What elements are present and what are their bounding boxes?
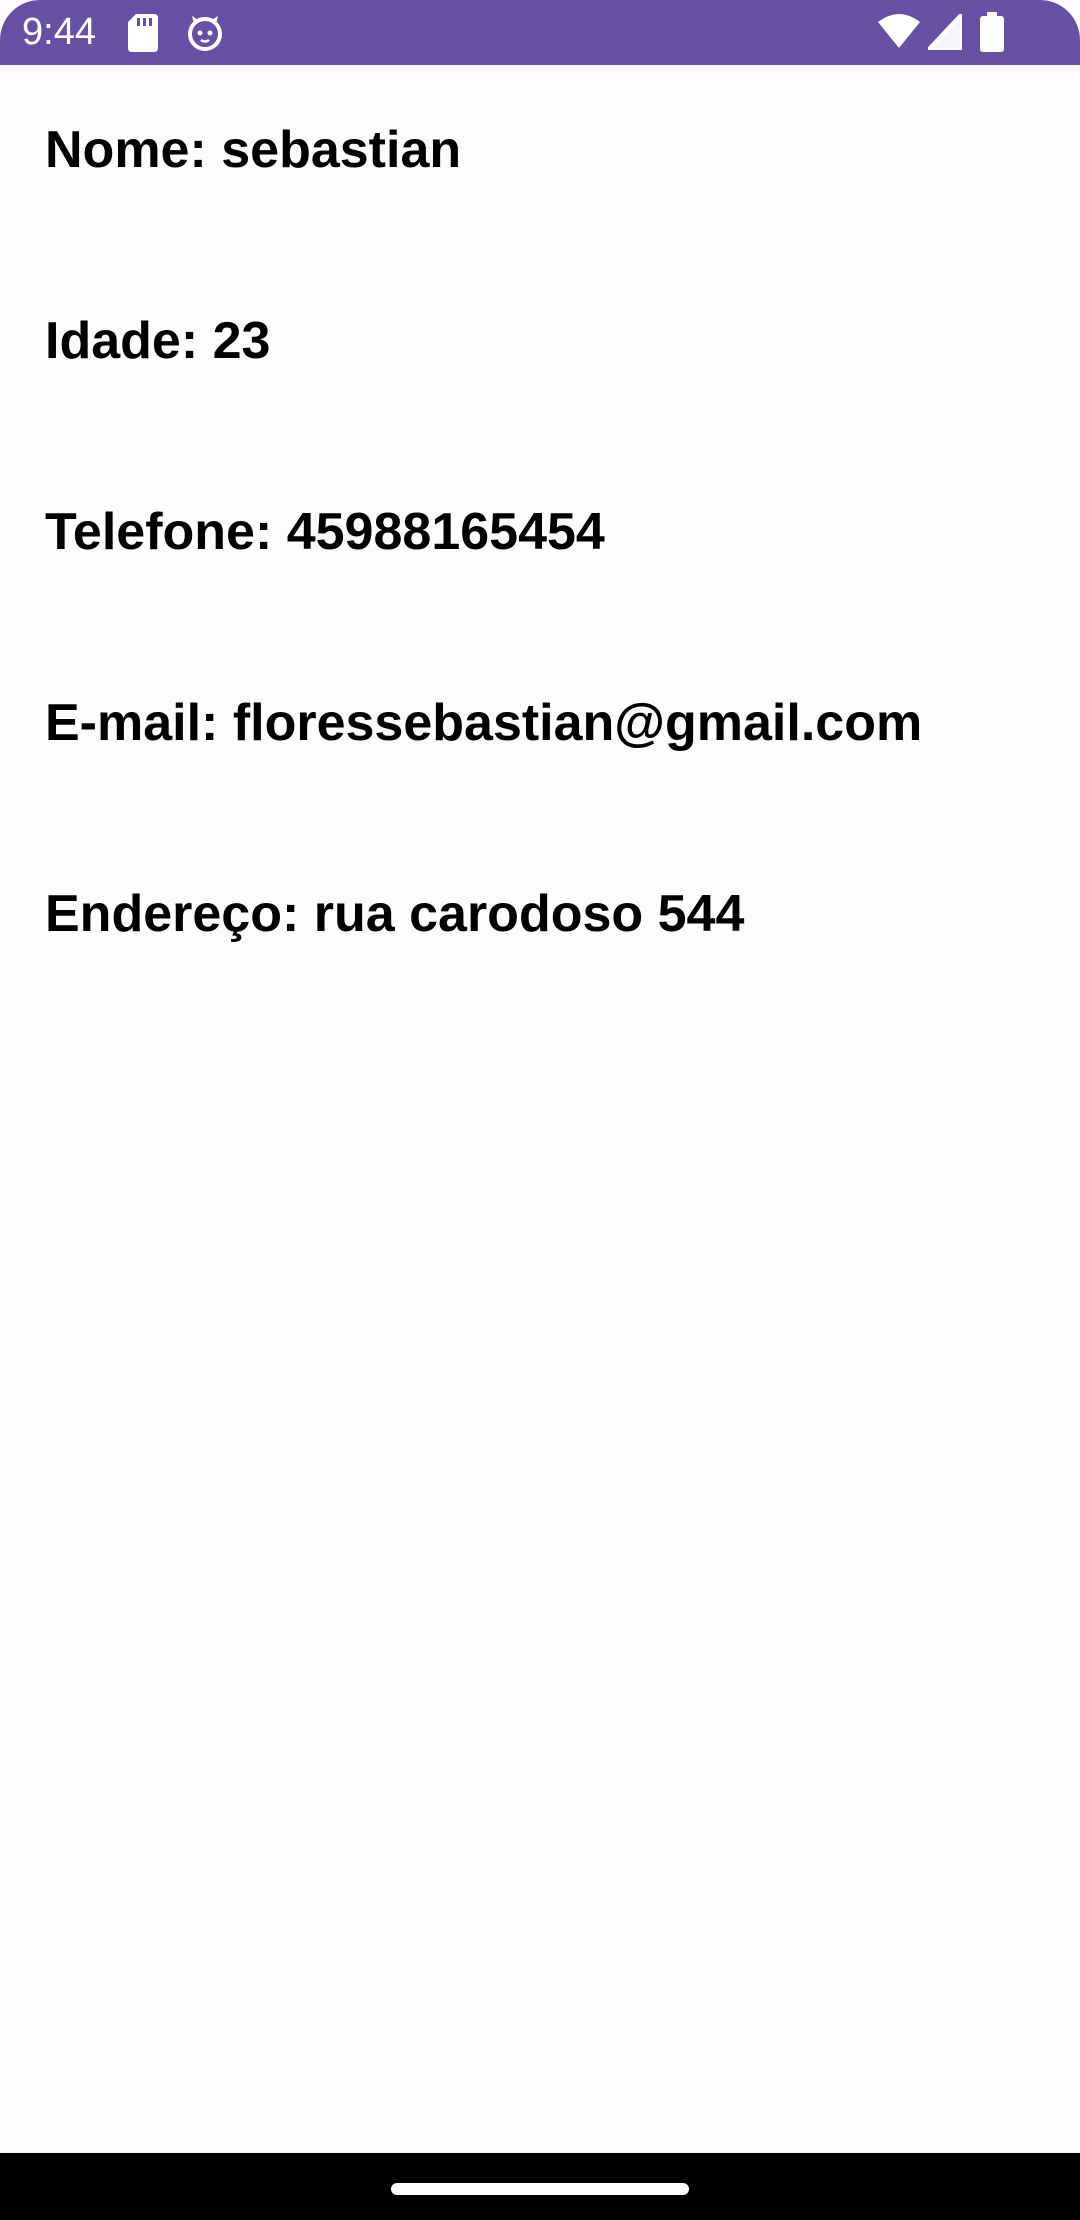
- wifi-icon: [878, 14, 920, 48]
- sd-card-icon: [128, 14, 158, 52]
- name-text: Nome: sebastian: [45, 121, 462, 179]
- profile-details: Nome: sebastian Idade: 23 Telefone: 4598…: [0, 65, 1080, 2153]
- phone-text: Telefone: 45988165454: [45, 503, 605, 561]
- app-screen: 9:44 Nome: sebastian Idade: 23 Telefone:…: [0, 0, 1080, 2220]
- battery-icon: [980, 12, 1004, 52]
- age-text: Idade: 23: [45, 312, 271, 370]
- status-bar: 9:44: [0, 0, 1080, 65]
- status-time: 9:44: [22, 11, 96, 53]
- address-text: Endereço: rua carodoso 544: [45, 885, 745, 943]
- signal-icon: [928, 14, 962, 50]
- email-text: E-mail: floressebastian@gmail.com: [45, 694, 923, 752]
- cat-notification-icon: [188, 16, 222, 51]
- home-gesture-handle[interactable]: [391, 2183, 689, 2195]
- navigation-bar: [0, 2153, 1080, 2220]
